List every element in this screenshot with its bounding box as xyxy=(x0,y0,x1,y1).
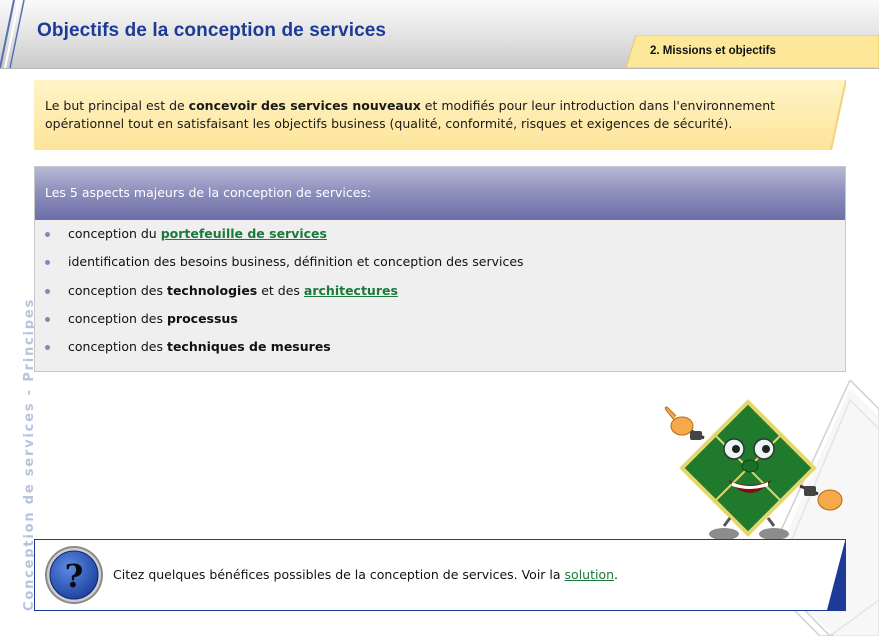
aspects-heading: Les 5 aspects majeurs de la conception d… xyxy=(45,185,372,200)
question-mark-icon[interactable]: ? xyxy=(44,545,104,605)
question-box: ? Citez quelques bénéfices possibles de … xyxy=(34,539,846,611)
intro-box: Le but principal est de concevoir des se… xyxy=(34,80,846,150)
header-bar: Objectifs de la conception de services 2… xyxy=(0,0,879,69)
list-item: identification des besoins business, déf… xyxy=(35,248,845,276)
intro-text: Le but principal est de concevoir des se… xyxy=(45,98,776,131)
list-item: conception des processus xyxy=(35,305,845,333)
page-title: Objectifs de la conception de services xyxy=(37,20,387,41)
aspects-panel-header: Les 5 aspects majeurs de la conception d… xyxy=(35,167,845,220)
question-text: Citez quelques bénéfices possibles de la… xyxy=(113,567,619,582)
aspects-list: conception du portefeuille de services i… xyxy=(35,220,845,361)
list-item: conception des technologies et des archi… xyxy=(35,277,845,305)
aspects-panel: Les 5 aspects majeurs de la conception d… xyxy=(34,166,846,372)
solution-link[interactable]: solution xyxy=(565,567,615,582)
svg-text:?: ? xyxy=(65,557,84,595)
mascot-illustration xyxy=(664,399,843,540)
portefeuille-link[interactable]: portefeuille de services xyxy=(161,226,327,241)
list-item: conception du portefeuille de services xyxy=(35,220,845,248)
question-box-corner-decoration xyxy=(827,541,845,610)
bullet-icon xyxy=(45,345,50,351)
bullet-icon xyxy=(45,232,50,237)
bullet-icon xyxy=(45,260,50,266)
list-item: conception des techniques de mesures xyxy=(35,333,845,361)
pointing-hand-icon xyxy=(664,406,702,440)
section-tab[interactable]: 2. Missions et objectifs xyxy=(626,35,879,68)
header-stripes-decoration xyxy=(0,0,25,68)
intro-bold-text: concevoir des services nouveaux xyxy=(188,98,421,113)
architectures-link[interactable]: architectures xyxy=(304,283,398,298)
section-tab-label: 2. Missions et objectifs xyxy=(650,45,776,57)
bullet-icon xyxy=(45,316,50,322)
bullet-icon xyxy=(45,288,50,294)
